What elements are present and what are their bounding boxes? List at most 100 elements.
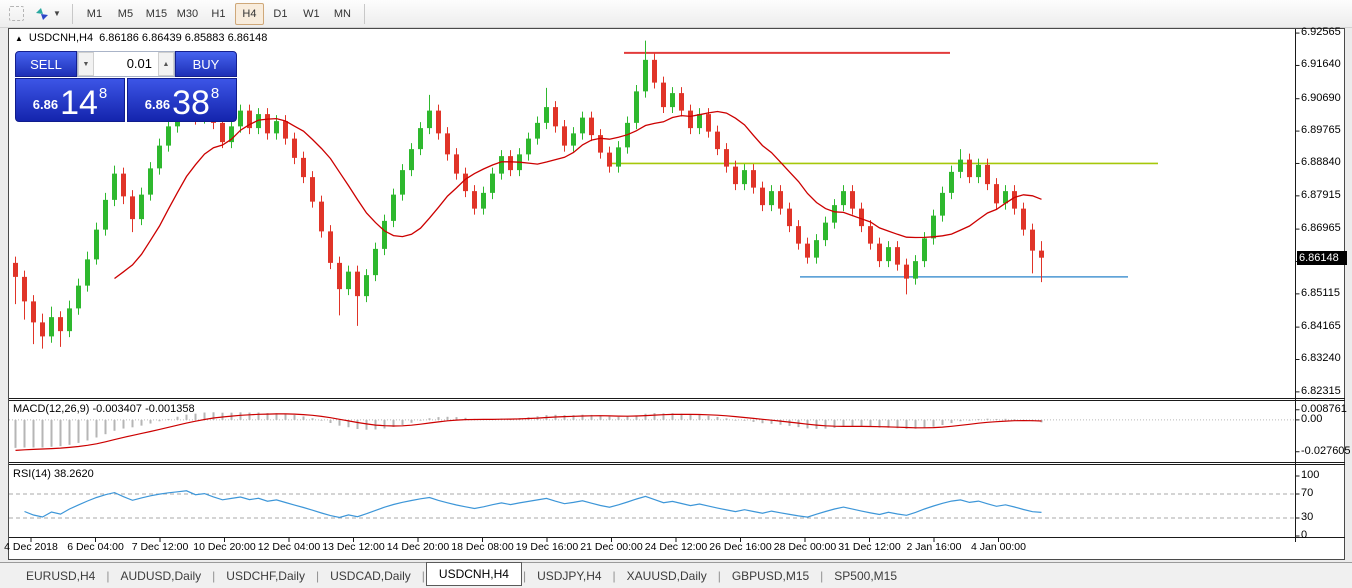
chart-tab-usdcnh[interactable]: USDCNH,H4 bbox=[426, 562, 522, 586]
chevron-down-icon: ▼ bbox=[53, 9, 61, 18]
macd-axis-label: 0.00 bbox=[1301, 413, 1322, 425]
time-axis-label: 4 Dec 2018 bbox=[4, 541, 58, 553]
candle-body bbox=[634, 91, 639, 123]
time-axis-label: 2 Jan 16:00 bbox=[907, 541, 962, 553]
candle-body bbox=[337, 263, 342, 289]
macd-histogram-bar bbox=[708, 416, 710, 420]
candle-body bbox=[364, 275, 369, 296]
candle-body bbox=[715, 132, 720, 150]
volume-input[interactable]: 0.01 bbox=[94, 52, 158, 76]
macd-histogram-bar bbox=[411, 420, 413, 423]
candle-body bbox=[112, 174, 117, 200]
time-axis-label: 13 Dec 12:00 bbox=[322, 541, 384, 553]
macd-histogram-bar bbox=[123, 420, 125, 429]
candle-body bbox=[535, 123, 540, 139]
timeframe-button-m30[interactable]: M30 bbox=[173, 3, 202, 25]
timeframe-button-m1[interactable]: M1 bbox=[80, 3, 109, 25]
time-axis-label: 6 Dec 04:00 bbox=[67, 541, 124, 553]
chart-title: ▲ USDCNH,H4 6.86186 6.86439 6.85883 6.86… bbox=[15, 32, 267, 44]
chart-tab-xauusd[interactable]: XAUUSD,Daily bbox=[617, 566, 717, 586]
macd-histogram-bar bbox=[447, 417, 449, 420]
macd-histogram-bar bbox=[789, 420, 791, 426]
chart-tab-eurusd[interactable]: EURUSD,H4 bbox=[16, 566, 105, 586]
candle-body bbox=[472, 191, 477, 209]
candle-body bbox=[499, 156, 504, 174]
volume-decrease-button[interactable]: ▼ bbox=[78, 52, 94, 76]
macd-histogram-bar bbox=[321, 420, 323, 421]
candle-body bbox=[481, 193, 486, 209]
timeframe-button-h4[interactable]: H4 bbox=[235, 3, 264, 25]
buy-button[interactable]: BUY bbox=[175, 51, 237, 77]
placeholder-toolbar-button[interactable] bbox=[4, 2, 29, 26]
price-axis-label: 6.88840 bbox=[1301, 156, 1341, 168]
rsi-axis-label: 30 bbox=[1301, 511, 1313, 523]
buy-price-point: 8 bbox=[211, 85, 219, 102]
candle-body bbox=[85, 259, 90, 285]
rsi-axis-label: 0 bbox=[1301, 529, 1307, 541]
candle-body bbox=[742, 170, 747, 184]
current-price-tag: 6.86148 bbox=[1297, 251, 1347, 265]
candle-body bbox=[778, 191, 783, 209]
moving-average-line bbox=[115, 112, 1042, 279]
timeframe-button-m15[interactable]: M15 bbox=[142, 3, 171, 25]
timeframe-button-w1[interactable]: W1 bbox=[297, 3, 326, 25]
macd-histogram-bar bbox=[249, 413, 251, 420]
candle-body bbox=[40, 322, 45, 336]
candle-body bbox=[67, 308, 72, 331]
macd-histogram-bar bbox=[294, 415, 296, 420]
candle-body bbox=[130, 196, 135, 219]
sell-button[interactable]: SELL bbox=[15, 51, 77, 77]
macd-histogram-bar bbox=[402, 420, 404, 425]
candle-body bbox=[679, 93, 684, 111]
macd-histogram-bar bbox=[213, 412, 215, 420]
timeframe-button-m5[interactable]: M5 bbox=[111, 3, 140, 25]
toolbar-separator bbox=[72, 4, 73, 24]
macd-histogram-bar bbox=[861, 420, 863, 427]
macd-histogram-bar bbox=[330, 420, 332, 423]
sell-price-pips: 14 bbox=[60, 88, 98, 118]
chart-ohlc-values: 6.86186 6.86439 6.85883 6.86148 bbox=[99, 32, 267, 44]
chart-tab-usdcad[interactable]: USDCAD,Daily bbox=[320, 566, 421, 586]
candle-body bbox=[526, 139, 531, 155]
candle-body bbox=[58, 317, 63, 331]
buy-price-display[interactable]: 6.86 38 8 bbox=[127, 78, 237, 122]
chart-tab-usdchf[interactable]: USDCHF,Daily bbox=[216, 566, 315, 586]
candle-body bbox=[283, 121, 288, 139]
chart-tab-audusd[interactable]: AUDUSD,Daily bbox=[110, 566, 211, 586]
chart-tab-gbpusd[interactable]: GBPUSD,M15 bbox=[722, 566, 819, 586]
timeframe-button-mn[interactable]: MN bbox=[328, 3, 357, 25]
buy-price-pips: 38 bbox=[172, 88, 210, 118]
timeframe-button-h1[interactable]: H1 bbox=[204, 3, 233, 25]
macd-histogram-bar bbox=[303, 416, 305, 419]
candle-body bbox=[769, 191, 774, 205]
candle-body bbox=[823, 223, 828, 241]
candle-body bbox=[553, 107, 558, 126]
macd-histogram-bar bbox=[996, 419, 998, 420]
volume-increase-button[interactable]: ▲ bbox=[158, 52, 174, 76]
collapse-icon[interactable]: ▲ bbox=[15, 34, 23, 43]
macd-histogram-bar bbox=[114, 420, 116, 431]
candle-body bbox=[895, 247, 900, 265]
macd-histogram-bar bbox=[186, 415, 188, 420]
chart-tab-usdjpy[interactable]: USDJPY,H4 bbox=[527, 566, 611, 586]
candle-body bbox=[661, 83, 666, 108]
macd-histogram-bar bbox=[960, 420, 962, 421]
sell-price-display[interactable]: 6.86 14 8 bbox=[15, 78, 125, 122]
candle-body bbox=[787, 209, 792, 227]
macd-histogram-bar bbox=[33, 420, 35, 448]
macd-histogram-bar bbox=[339, 420, 341, 426]
timeframe-button-d1[interactable]: D1 bbox=[266, 3, 295, 25]
sell-price-prefix: 6.86 bbox=[33, 97, 58, 112]
candle-body bbox=[76, 286, 81, 309]
candle-body bbox=[607, 153, 612, 167]
candle-body bbox=[958, 160, 963, 172]
chart-tab-sp500[interactable]: SP500,M15 bbox=[824, 566, 907, 586]
arrows-dropdown-button[interactable]: ▼ bbox=[29, 2, 66, 26]
candle-body bbox=[562, 126, 567, 145]
candle-body bbox=[328, 231, 333, 263]
candle-body bbox=[409, 149, 414, 170]
macd-histogram-bar bbox=[987, 419, 989, 420]
tab-divider: | bbox=[820, 569, 823, 583]
tab-divider: | bbox=[212, 569, 215, 583]
tab-divider: | bbox=[422, 569, 425, 583]
